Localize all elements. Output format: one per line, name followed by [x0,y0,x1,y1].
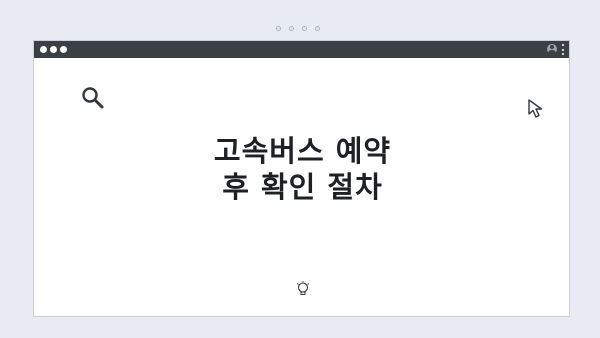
indicator-dot [289,26,294,31]
lightbulb-icon [296,281,310,295]
window-control-dot[interactable] [50,46,57,53]
search-icon [82,87,104,109]
window-control-dot[interactable] [60,46,67,53]
user-icon[interactable] [547,44,557,54]
top-dot-indicator [276,26,320,31]
page-title: 고속버스 예약 후 확인 절차 [34,133,571,205]
window-titlebar [34,41,569,58]
indicator-dot [276,26,281,31]
title-line-1: 고속버스 예약 [213,134,392,168]
browser-window: 고속버스 예약 후 확인 절차 [33,40,570,317]
window-control-dot[interactable] [40,46,47,53]
kebab-menu-icon[interactable] [562,44,565,55]
page-background: 고속버스 예약 후 확인 절차 [0,0,600,338]
cursor-icon [528,99,543,118]
indicator-dot [315,26,320,31]
indicator-dot [302,26,307,31]
title-line-2: 후 확인 절차 [222,170,383,204]
